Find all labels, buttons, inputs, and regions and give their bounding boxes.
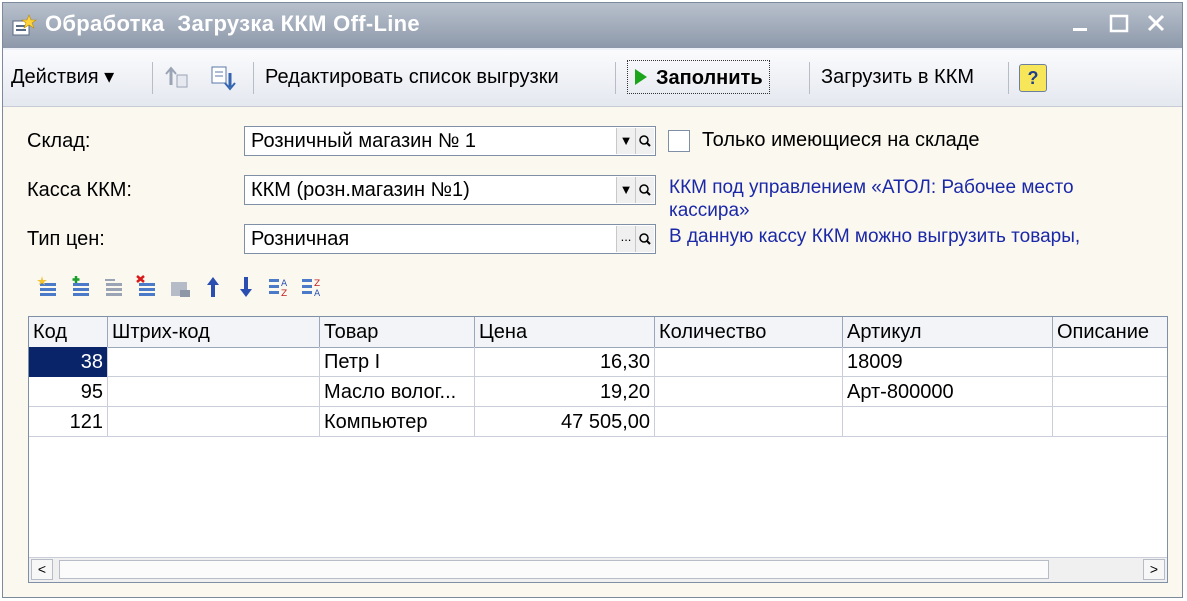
only-in-stock-label: Только имеющиеся на складе [702,129,980,151]
download-list-icon[interactable] [208,63,238,93]
sort-descending-icon[interactable]: ZA [300,275,324,299]
table-row[interactable]: 121 Компьютер 47 505,00 [29,407,1167,437]
cell-code[interactable]: 38 [29,347,108,377]
cell-quantity[interactable] [655,407,843,437]
cell-price[interactable]: 47 505,00 [475,407,655,437]
cell-barcode[interactable] [108,407,320,437]
cash-register-field[interactable]: ККМ (розн.магазин №1) ▼ [244,175,656,205]
toolbar-separator [152,62,153,94]
scroll-thumb[interactable] [59,560,1049,579]
scroll-left-icon[interactable]: < [31,559,53,580]
cell-quantity[interactable] [655,377,843,407]
cell-barcode[interactable] [108,377,320,407]
move-down-icon[interactable] [234,275,258,299]
fill-button[interactable]: Заполнить [627,60,770,94]
edit-row-icon[interactable] [102,275,126,299]
help-button[interactable]: ? [1019,64,1047,92]
cell-description[interactable] [1053,347,1167,377]
fill-button-label: Заполнить [656,67,763,89]
cell-code[interactable]: 95 [29,377,108,407]
toolbar-separator [253,62,254,94]
command-bar: Действия ▾ Редактировать список выгрузки… [3,50,1182,107]
title-bar: Обработка Загрузка ККМ Off-Line [3,3,1182,48]
close-icon[interactable] [1141,9,1171,39]
window-title: Обработка Загрузка ККМ Off-Line [45,11,420,36]
kkm-info-line-3: В данную кассу ККМ можно выгрузить товар… [669,226,1081,247]
svg-text:A: A [314,289,321,299]
ellipsis-icon[interactable]: ... [616,226,635,252]
cell-product[interactable]: Петр I [320,347,475,377]
actions-menu[interactable]: Действия ▾ [11,60,114,94]
delete-row-icon[interactable] [135,275,159,299]
table-header: Код Штрих-код Товар Цена Количество Арти… [29,317,1167,348]
toolbar-separator [615,62,616,94]
column-barcode[interactable]: Штрих-код [108,317,320,347]
scroll-right-icon[interactable]: > [1143,559,1165,580]
dropdown-icon[interactable]: ▼ [616,177,635,203]
processing-window: Обработка Загрузка ККМ Off-Line Действия… [2,2,1183,598]
sort-ascending-icon[interactable]: AZ [267,275,291,299]
warehouse-label: Склад: [27,130,91,152]
price-type-value: Розничная [251,228,350,250]
cell-price[interactable]: 16,30 [475,347,655,377]
svg-text:Z: Z [281,289,287,299]
cell-barcode[interactable] [108,347,320,377]
kkm-info-line-1: ККМ под управлением «АТОЛ: Рабочее место [669,177,1074,198]
kkm-info-line-2: кассира» [669,200,750,221]
cell-price[interactable]: 19,20 [475,377,655,407]
cell-description[interactable] [1053,377,1167,407]
warehouse-field[interactable]: Розничный магазин № 1 ▼ [244,126,656,156]
goods-table[interactable]: Код Штрих-код Товар Цена Количество Арти… [28,316,1168,583]
cell-description[interactable] [1053,407,1167,437]
column-quantity[interactable]: Количество [655,317,843,347]
cell-article[interactable]: Арт-800000 [843,377,1053,407]
load-to-kkm-button[interactable]: Загрузить в ККМ [821,60,974,94]
table-row[interactable]: 38 Петр I 16,30 18009 [29,347,1167,377]
column-product[interactable]: Товар [320,317,475,347]
price-type-label: Тип цен: [27,228,105,250]
price-type-field[interactable]: Розничная ... [244,224,656,254]
cell-article[interactable]: 18009 [843,347,1053,377]
toolbar-separator [809,62,810,94]
warehouse-value: Розничный магазин № 1 [251,130,477,152]
column-article[interactable]: Артикул [843,317,1053,347]
maximize-icon[interactable] [1104,9,1134,39]
cell-article[interactable] [843,407,1053,437]
svg-text:Z: Z [314,279,320,289]
magnifier-icon[interactable] [635,226,654,252]
cell-quantity[interactable] [655,347,843,377]
magnifier-icon[interactable] [635,128,654,154]
magnifier-icon[interactable] [635,177,654,203]
cell-product[interactable]: Масло волог... [320,377,475,407]
svg-text:A: A [281,279,288,289]
column-code[interactable]: Код [29,317,108,347]
cell-product[interactable]: Компьютер [320,407,475,437]
cell-code[interactable]: 121 [29,407,108,437]
processing-icon [12,14,37,36]
move-up-icon[interactable] [201,275,225,299]
end-edit-icon[interactable] [168,275,192,299]
minimize-icon[interactable] [1066,9,1096,39]
play-icon [635,69,647,85]
only-in-stock-checkbox[interactable] [668,130,690,152]
toolbar-separator [1008,62,1009,94]
cash-register-value: ККМ (розн.магазин №1) [251,179,470,201]
dropdown-icon[interactable]: ▼ [616,128,635,154]
add-row-icon[interactable] [36,275,60,299]
column-price[interactable]: Цена [475,317,655,347]
horizontal-scrollbar[interactable]: < > [29,557,1167,582]
table-row[interactable]: 95 Масло волог... 19,20 Арт-800000 [29,377,1167,407]
copy-row-icon[interactable] [69,275,93,299]
cash-register-label: Касса ККМ: [27,179,132,201]
edit-upload-list-button[interactable]: Редактировать список выгрузки [265,60,559,94]
column-description[interactable]: Описание [1053,317,1167,347]
upload-list-icon[interactable] [163,63,193,93]
